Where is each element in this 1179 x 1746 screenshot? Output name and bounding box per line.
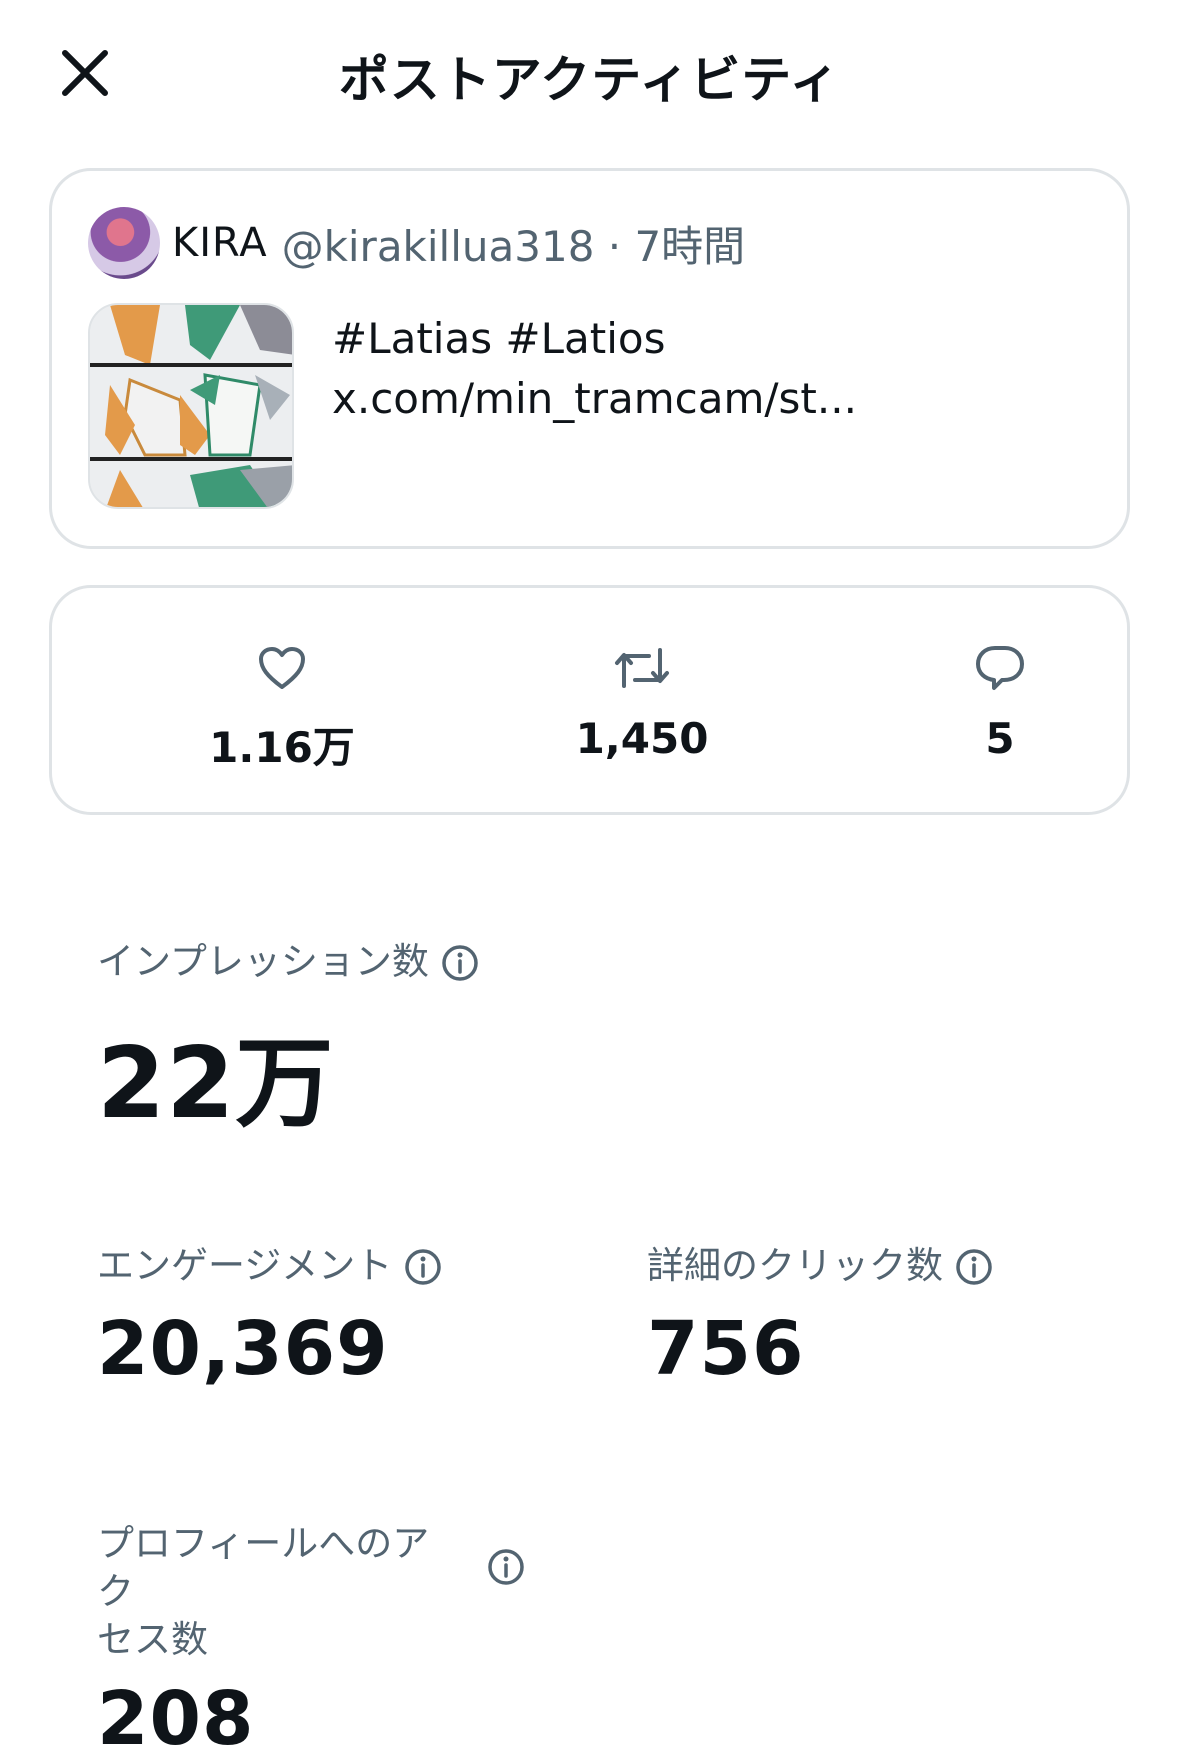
engagement-value: 20,369 bbox=[97, 1306, 389, 1392]
profile-visits-label: プロフィールへのアク セス数 bbox=[97, 1520, 457, 1664]
post-activity-screen: ポストアクティビティ KIRA @kirakillua318 · 7時間 #La… bbox=[0, 0, 1179, 1746]
page-title: ポストアクティビティ bbox=[338, 51, 841, 109]
profile-visits-label-line1: プロフィールへのアク bbox=[97, 1522, 430, 1613]
heart-icon bbox=[162, 638, 402, 698]
impressions-label: インプレッション数 bbox=[97, 940, 429, 983]
post-media-thumbnail[interactable] bbox=[88, 303, 294, 509]
repost-icon bbox=[522, 638, 762, 698]
profile-visits-value: 208 bbox=[97, 1676, 255, 1746]
profile-visits-metric: プロフィールへのアク セス数 208 bbox=[97, 1520, 525, 1746]
engagement-stats-card: 1.16万 1,450 5 bbox=[49, 585, 1130, 815]
reposts-stat: 1,450 bbox=[522, 638, 762, 763]
display-name: KIRA bbox=[172, 220, 268, 266]
replies-stat: 5 bbox=[880, 638, 1120, 763]
detail-clicks-label: 詳細のクリック数 bbox=[647, 1244, 943, 1287]
post-text: #Latias #Latios x.com/min_tramcam/st... bbox=[332, 303, 857, 509]
post-header: KIRA @kirakillua318 · 7時間 bbox=[88, 207, 745, 279]
profile-visits-label-line2: セス数 bbox=[97, 1618, 208, 1661]
post-card[interactable]: KIRA @kirakillua318 · 7時間 #Latias #Latio… bbox=[49, 168, 1130, 549]
reply-icon bbox=[880, 638, 1120, 698]
detail-clicks-metric: 詳細のクリック数 756 bbox=[647, 1242, 993, 1392]
engagement-metric: エンゲージメント 20,369 bbox=[97, 1242, 442, 1392]
handle-and-time: @kirakillua318 · 7時間 bbox=[281, 221, 746, 271]
impressions-metric: インプレッション数 22万 bbox=[97, 938, 479, 1146]
info-icon[interactable] bbox=[487, 1548, 525, 1586]
engagement-label: エンゲージメント bbox=[97, 1244, 393, 1287]
info-icon[interactable] bbox=[441, 944, 479, 982]
media-illustration bbox=[90, 305, 292, 507]
avatar[interactable] bbox=[88, 207, 160, 279]
info-icon[interactable] bbox=[955, 1248, 993, 1286]
detail-clicks-value: 756 bbox=[647, 1306, 805, 1392]
impressions-value: 22万 bbox=[97, 1027, 335, 1141]
post-body: #Latias #Latios x.com/min_tramcam/st... bbox=[88, 303, 857, 509]
likes-stat: 1.16万 bbox=[162, 638, 402, 775]
post-hashtags[interactable]: #Latias #Latios bbox=[332, 309, 857, 369]
info-icon[interactable] bbox=[404, 1248, 442, 1286]
reposts-count: 1,450 bbox=[575, 714, 709, 763]
replies-count: 5 bbox=[985, 714, 1015, 763]
likes-count: 1.16万 bbox=[209, 723, 355, 772]
post-link[interactable]: x.com/min_tramcam/st... bbox=[332, 369, 857, 429]
